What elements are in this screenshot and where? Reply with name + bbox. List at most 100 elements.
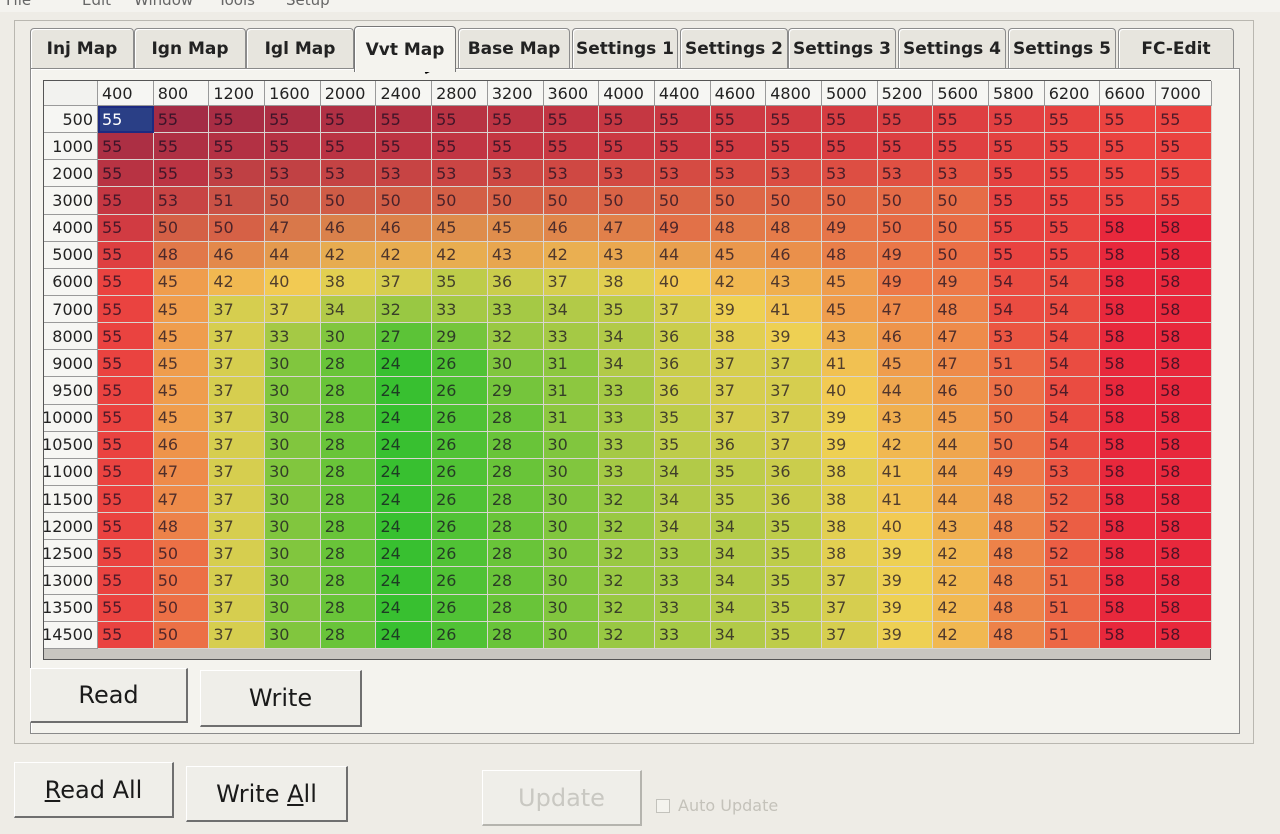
- table-cell[interactable]: 45: [821, 268, 878, 296]
- table-cell[interactable]: 45: [153, 268, 210, 296]
- table-cell[interactable]: 55: [766, 133, 822, 161]
- table-cell[interactable]: 58: [1156, 431, 1212, 459]
- table-cell[interactable]: 39: [877, 594, 934, 622]
- table-cell[interactable]: 55: [98, 214, 154, 242]
- table-cell[interactable]: 46: [153, 431, 210, 459]
- table-cell[interactable]: 58: [1100, 214, 1157, 242]
- table-cell[interactable]: 30: [487, 350, 544, 378]
- table-cell[interactable]: 30: [543, 458, 600, 486]
- table-cell[interactable]: 37: [376, 268, 433, 296]
- table-cell[interactable]: 30: [265, 350, 321, 378]
- table-cell[interactable]: 50: [877, 214, 934, 242]
- table-cell[interactable]: 54: [1044, 295, 1101, 324]
- table-cell[interactable]: 55: [599, 106, 655, 134]
- table-cell[interactable]: 50: [153, 594, 210, 622]
- table-cell[interactable]: 55: [98, 323, 154, 351]
- table-cell[interactable]: 50: [599, 187, 655, 215]
- table-cell[interactable]: 55: [432, 133, 488, 161]
- table-cell[interactable]: 54: [1044, 431, 1101, 459]
- table-cell[interactable]: 53: [989, 323, 1045, 351]
- table-cell[interactable]: 50: [710, 187, 767, 215]
- table-cell[interactable]: 35: [766, 621, 822, 649]
- table-cell[interactable]: 28: [320, 485, 377, 514]
- table-cell[interactable]: 37: [766, 350, 822, 378]
- table-cell[interactable]: 51: [989, 350, 1045, 378]
- table-cell[interactable]: 45: [487, 214, 544, 242]
- table-cell[interactable]: 50: [821, 187, 878, 215]
- table-cell[interactable]: 55: [989, 241, 1045, 269]
- table-cell[interactable]: 55: [98, 485, 154, 514]
- table-cell[interactable]: 55: [821, 133, 878, 161]
- table-cell[interactable]: 55: [98, 594, 154, 622]
- table-cell[interactable]: 32: [599, 485, 655, 514]
- table-cell[interactable]: 36: [487, 268, 544, 296]
- table-cell[interactable]: 42: [933, 621, 989, 649]
- table-cell[interactable]: 44: [265, 241, 321, 269]
- table-cell[interactable]: 28: [320, 377, 377, 405]
- table-cell[interactable]: 44: [933, 485, 989, 514]
- table-cell[interactable]: 55: [98, 513, 154, 541]
- table-cell[interactable]: 33: [599, 431, 655, 459]
- table-cell[interactable]: 55: [1044, 106, 1101, 134]
- table-cell[interactable]: 43: [766, 268, 822, 296]
- table-cell[interactable]: 53: [1044, 458, 1101, 486]
- table-cell[interactable]: 26: [432, 458, 488, 486]
- table-cell[interactable]: 37: [821, 594, 878, 622]
- table-cell[interactable]: 30: [543, 621, 600, 649]
- table-cell[interactable]: 55: [320, 106, 377, 134]
- table-cell[interactable]: 50: [265, 187, 321, 215]
- table-cell[interactable]: 35: [654, 404, 711, 432]
- table-cell[interactable]: 55: [487, 133, 544, 161]
- table-cell[interactable]: 55: [710, 133, 767, 161]
- table-cell[interactable]: 58: [1156, 377, 1212, 405]
- table-cell[interactable]: 24: [376, 350, 433, 378]
- table-cell[interactable]: 42: [209, 268, 266, 296]
- table-cell[interactable]: 55: [98, 133, 154, 161]
- table-cell[interactable]: 30: [543, 567, 600, 595]
- table-cell[interactable]: 47: [933, 350, 989, 378]
- table-cell[interactable]: 32: [599, 594, 655, 622]
- table-cell[interactable]: 42: [432, 241, 488, 269]
- table-cell[interactable]: 58: [1100, 513, 1157, 541]
- table-cell[interactable]: 33: [654, 594, 711, 622]
- table-cell[interactable]: 58: [1156, 540, 1212, 568]
- table-cell[interactable]: 55: [1156, 106, 1212, 134]
- table-cell[interactable]: 43: [877, 404, 934, 432]
- table-cell[interactable]: 43: [933, 513, 989, 541]
- table-cell[interactable]: 39: [877, 621, 934, 649]
- table-cell[interactable]: 50: [153, 540, 210, 568]
- table-cell[interactable]: 55: [933, 133, 989, 161]
- table-cell[interactable]: 55: [209, 133, 266, 161]
- table-cell[interactable]: 46: [766, 241, 822, 269]
- table-cell[interactable]: 28: [487, 458, 544, 486]
- table-cell[interactable]: 55: [98, 404, 154, 432]
- table-cell[interactable]: 58: [1100, 323, 1157, 351]
- table-cell[interactable]: 35: [766, 594, 822, 622]
- tab-settings-5[interactable]: Settings 5: [1008, 28, 1116, 68]
- table-cell[interactable]: 33: [265, 323, 321, 351]
- table-cell[interactable]: 37: [766, 377, 822, 405]
- table-cell[interactable]: 55: [1156, 133, 1212, 161]
- table-cell[interactable]: 36: [654, 323, 711, 351]
- table-cell[interactable]: 37: [209, 458, 266, 486]
- table-cell[interactable]: 37: [209, 404, 266, 432]
- table-cell[interactable]: 55: [989, 133, 1045, 161]
- table-cell[interactable]: 58: [1156, 241, 1212, 269]
- table-cell[interactable]: 45: [877, 350, 934, 378]
- table-cell[interactable]: 55: [1044, 160, 1101, 188]
- table-cell[interactable]: 55: [1100, 187, 1157, 215]
- table-cell[interactable]: 30: [543, 513, 600, 541]
- table-cell[interactable]: 58: [1156, 567, 1212, 595]
- table-cell[interactable]: 53: [320, 160, 377, 188]
- table-cell[interactable]: 48: [989, 485, 1045, 514]
- table-cell[interactable]: 49: [989, 458, 1045, 486]
- table-cell[interactable]: 28: [320, 513, 377, 541]
- table-cell[interactable]: 49: [877, 268, 934, 296]
- table-cell[interactable]: 55: [432, 106, 488, 134]
- table-cell[interactable]: 33: [654, 621, 711, 649]
- table-cell[interactable]: 28: [487, 567, 544, 595]
- table-cell[interactable]: 54: [1044, 377, 1101, 405]
- table-cell[interactable]: 45: [153, 295, 210, 324]
- table-cell[interactable]: 31: [543, 404, 600, 432]
- table-cell[interactable]: 54: [1044, 350, 1101, 378]
